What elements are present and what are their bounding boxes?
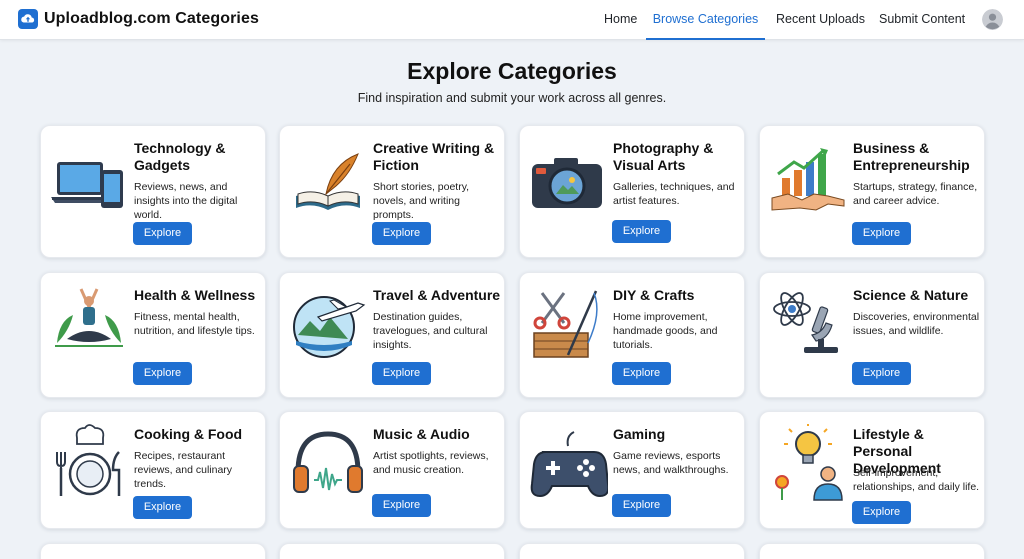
category-card-lifestyle[interactable]: Lifestyle & Personal Development Self-im… [759, 411, 985, 529]
gamepad-icon [530, 431, 608, 498]
category-description: Reviews, news, and insights into the dig… [134, 181, 238, 221]
category-description: Self-improvement, relationships, and dai… [853, 467, 980, 493]
category-description: Home improvement, handmade goods, and tu… [613, 311, 718, 351]
user-avatar-icon [982, 9, 1003, 30]
category-description: Game reviews, esports news, and walkthro… [613, 450, 729, 476]
category-description: Fitness, mental health, nutrition, and l… [134, 311, 255, 337]
category-title: Business & Entrepreneurship [853, 140, 970, 173]
brand-title: Uploadblog.com Categories [44, 10, 259, 27]
category-description: Startups, strategy, finance, and career … [853, 181, 978, 207]
explore-button[interactable]: Explore [372, 362, 431, 385]
category-card-photography[interactable]: Photography & Visual Arts Galleries, tec… [519, 125, 745, 258]
category-description: Discoveries, environmental issues, and w… [853, 311, 980, 337]
category-title: Creative Writing & Fiction [373, 140, 495, 173]
category-title: Science & Nature [853, 287, 969, 303]
category-description: Short stories, poetry, novels, and writi… [373, 181, 470, 221]
category-title: Gaming [613, 426, 666, 442]
category-description: Galleries, techniques, and artist featur… [613, 181, 735, 207]
category-card-partial[interactable] [759, 543, 985, 559]
brand[interactable]: Uploadblog.com Categories [18, 9, 259, 29]
nav-home[interactable]: Home [604, 0, 637, 40]
category-card-travel[interactable]: Travel & Adventure Destination guides, t… [279, 272, 505, 398]
explore-button[interactable]: Explore [852, 222, 911, 245]
quill-book-icon [296, 153, 360, 210]
category-card-cooking[interactable]: Cooking & Food Recipes, restaurant revie… [40, 411, 266, 529]
category-title: DIY & Crafts [613, 287, 695, 303]
category-card-partial[interactable] [519, 543, 745, 559]
category-title: Travel & Adventure [373, 287, 501, 303]
category-card-music[interactable]: Music & Audio Artist spotlights, reviews… [279, 411, 505, 529]
nav-submit-content[interactable]: Submit Content [879, 0, 965, 40]
category-title: Music & Audio [373, 426, 470, 442]
explore-button[interactable]: Explore [372, 222, 431, 245]
explore-button[interactable]: Explore [133, 222, 192, 245]
category-title: Technology & Gadgets [134, 140, 226, 173]
category-card-technology[interactable]: Technology & Gadgets Reviews, news, and … [40, 125, 266, 258]
category-card-partial[interactable] [40, 543, 266, 559]
category-description: Destination guides, travelogues, and cul… [373, 311, 488, 351]
cloud-upload-icon [18, 9, 38, 29]
growth-handshake-icon [771, 148, 845, 211]
atom-microscope-icon [773, 292, 838, 353]
category-description: Artist spotlights, reviews, and music cr… [373, 450, 489, 476]
page-subtitle: Find inspiration and submit your work ac… [357, 91, 667, 105]
top-navigation-bar: Uploadblog.com Categories Home Browse Ca… [0, 0, 1024, 40]
explore-button[interactable]: Explore [612, 220, 671, 243]
camera-icon [532, 158, 602, 208]
category-card-creative-writing[interactable]: Creative Writing & Fiction Short stories… [279, 125, 505, 258]
chef-plate-icon [56, 424, 121, 496]
category-title: Cooking & Food [134, 426, 243, 442]
category-title: Photography & Visual Arts [613, 140, 714, 173]
explore-button[interactable]: Explore [133, 362, 192, 385]
headphones-icon [293, 431, 363, 493]
page-title: Explore Categories [407, 58, 617, 84]
category-description: Recipes, restaurant reviews, and culinar… [134, 450, 233, 490]
yoga-icon [55, 288, 123, 347]
airplane-landscape-icon [293, 296, 366, 358]
explore-button[interactable]: Explore [612, 494, 671, 517]
laptop-phone-icon [51, 162, 123, 208]
nav-recent-uploads[interactable]: Recent Uploads [776, 0, 865, 40]
explore-button[interactable]: Explore [852, 362, 911, 385]
explore-button[interactable]: Explore [372, 494, 431, 517]
explore-button[interactable]: Explore [133, 496, 192, 519]
category-card-science[interactable]: Science & Nature Discoveries, environmen… [759, 272, 985, 398]
category-card-gaming[interactable]: Gaming Game reviews, esports news, and w… [519, 411, 745, 529]
category-card-diy[interactable]: DIY & Crafts Home improvement, handmade … [519, 272, 745, 398]
explore-button[interactable]: Explore [612, 362, 671, 385]
category-card-business[interactable]: Business & Entrepreneurship Startups, st… [759, 125, 985, 258]
user-avatar[interactable] [982, 9, 1003, 30]
category-card-health[interactable]: Health & Wellness Fitness, mental health… [40, 272, 266, 398]
nav-browse-categories[interactable]: Browse Categories [646, 0, 765, 40]
lightbulb-person-icon [775, 424, 843, 501]
explore-button[interactable]: Explore [852, 501, 911, 524]
category-card-partial[interactable] [279, 543, 505, 559]
category-title: Health & Wellness [134, 287, 256, 303]
scissors-wood-icon [533, 290, 598, 358]
